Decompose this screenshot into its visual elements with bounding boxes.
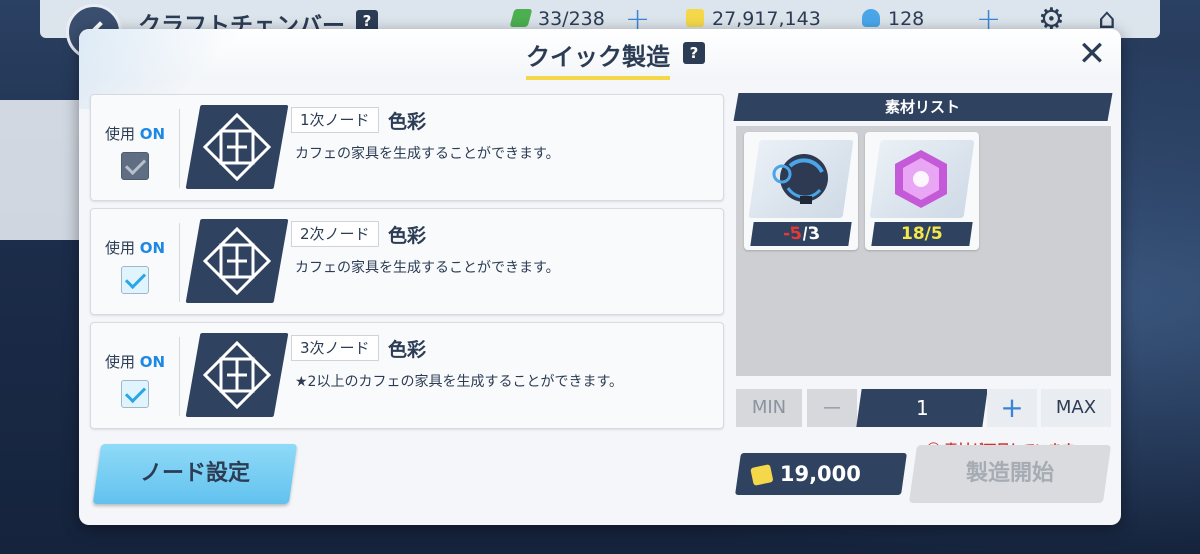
credit-resource: 27,917,143: [686, 8, 821, 30]
material-count: 18/5: [871, 222, 973, 246]
node-type-label: 色彩: [388, 339, 427, 361]
use-label: 使用 ON: [104, 125, 166, 143]
ap-resource: 33/238: [509, 8, 605, 30]
furniture-node-icon: [202, 340, 272, 410]
use-label: 使用 ON: [104, 353, 166, 371]
close-button[interactable]: ✕: [1074, 37, 1110, 73]
material-item-1[interactable]: -5/3: [744, 132, 858, 250]
cost-value: 19,000: [779, 462, 861, 486]
cost-display: 19,000: [735, 453, 907, 495]
divider: [179, 109, 180, 188]
pyroxene-value: 128: [888, 8, 925, 30]
node-card-3: 使用 ON 3次ノード 色彩 ★2以上のカフェの家具を生成することができます。: [90, 322, 724, 429]
credit-icon: [750, 464, 774, 486]
use-state: ON: [139, 125, 166, 143]
node-settings-label: ノード設定: [139, 461, 250, 486]
pyroxene-icon: [862, 9, 880, 27]
use-state: ON: [139, 239, 166, 257]
material-item-2[interactable]: 18/5: [865, 132, 979, 250]
plus-button[interactable]: +: [987, 389, 1037, 427]
furniture-node-icon: [202, 226, 272, 296]
ap-value: 33/238: [538, 8, 605, 30]
start-crafting-label: 製造開始: [965, 461, 1054, 486]
node-description: カフェの家具を生成することができます。: [295, 260, 560, 276]
node-card-1: 使用 ON 1次ノード 色彩 カフェの家具を生成することができます。: [90, 94, 724, 201]
credit-value: 27,917,143: [712, 8, 821, 30]
tech-orb-icon: [772, 154, 828, 204]
tier-tag: 1次ノード: [291, 107, 379, 133]
node-type-label: 色彩: [388, 111, 427, 133]
quantity-value: 1: [856, 389, 988, 427]
material-count-value: 18/5: [901, 224, 943, 244]
use-toggle[interactable]: 使用 ON: [103, 237, 167, 294]
background-left-panel: [0, 100, 82, 240]
tier-tag: 3次ノード: [291, 335, 379, 361]
use-checkbox[interactable]: [121, 266, 149, 294]
node-icon: [185, 333, 289, 417]
tier-tag: 2次ノード: [291, 221, 379, 247]
minus-button[interactable]: —: [807, 389, 857, 427]
node-card-2: 使用 ON 2次ノード 色彩 カフェの家具を生成することができます。: [90, 208, 724, 315]
pyroxene-resource: 128: [862, 8, 924, 30]
use-state: ON: [139, 353, 166, 371]
material-have: -5: [781, 224, 803, 244]
divider: [179, 337, 180, 416]
use-checkbox[interactable]: [121, 380, 149, 408]
material-list-header: 素材リスト: [733, 93, 1113, 121]
use-label: 使用 ON: [104, 239, 166, 257]
start-crafting-button[interactable]: 製造開始: [908, 445, 1112, 503]
ap-lightning-icon: [509, 9, 533, 27]
material-thumb: [869, 140, 975, 218]
furniture-node-icon: [202, 112, 272, 182]
node-description: ★2以上のカフェの家具を生成することができます。: [295, 374, 624, 390]
max-button[interactable]: MAX: [1041, 389, 1111, 427]
use-toggle[interactable]: 使用 ON: [103, 351, 167, 408]
material-list: -5/3 18/5: [736, 126, 1111, 376]
min-button[interactable]: MIN: [736, 389, 802, 427]
credit-icon: [686, 9, 704, 27]
use-toggle: 使用 ON: [103, 123, 167, 180]
node-icon: [185, 219, 289, 303]
node-description: カフェの家具を生成することができます。: [295, 146, 560, 162]
material-count: -5/3: [750, 222, 852, 246]
quick-craft-modal: クイック製造 ? ✕ 使用 ON 1次ノード 色彩 カフェの家具を生成することが…: [79, 29, 1121, 525]
node-icon: [185, 105, 289, 189]
material-thumb: [748, 140, 854, 218]
material-need: /3: [800, 224, 821, 244]
purple-crystal-icon: [895, 150, 947, 208]
node-type-label: 色彩: [388, 225, 427, 247]
modal-help-icon[interactable]: ?: [683, 42, 705, 64]
use-checkbox: [121, 152, 149, 180]
node-settings-button[interactable]: ノード設定: [92, 444, 298, 504]
modal-title: クイック製造: [526, 37, 670, 80]
divider: [179, 223, 180, 302]
